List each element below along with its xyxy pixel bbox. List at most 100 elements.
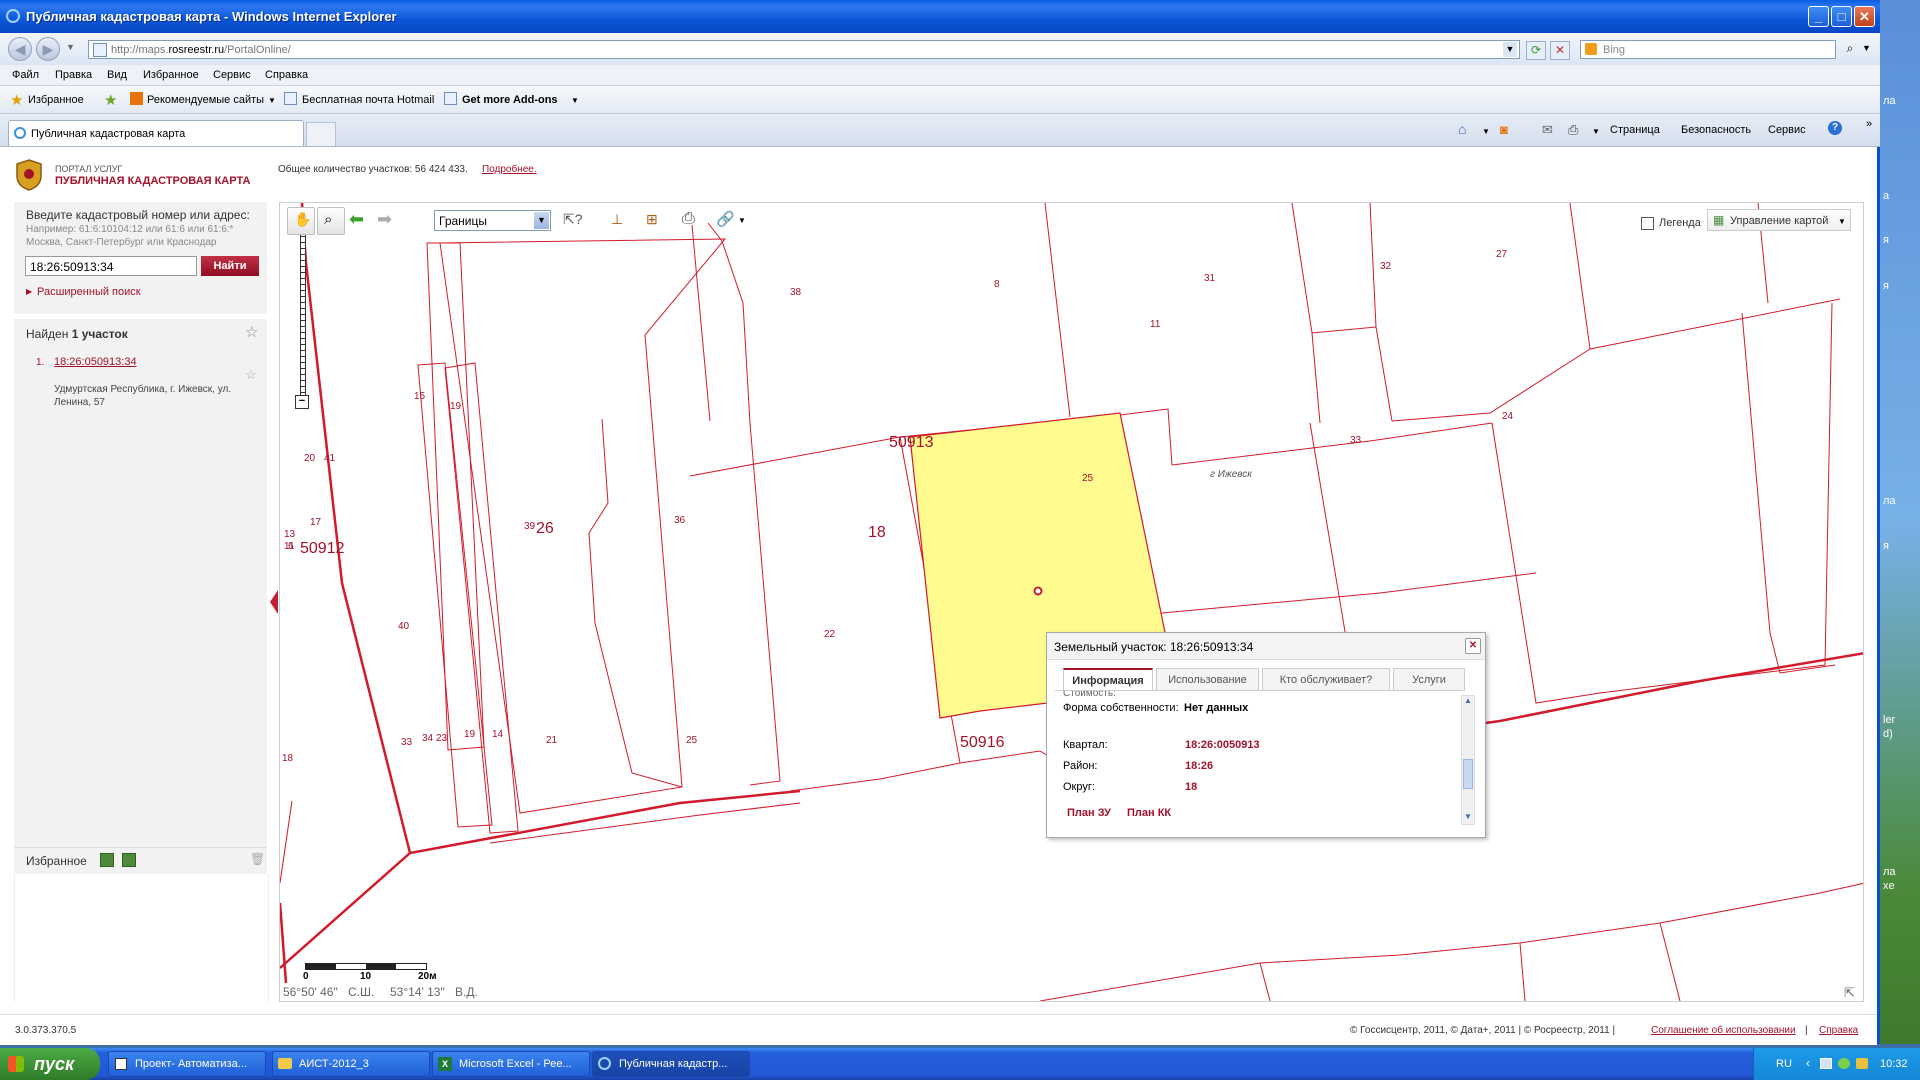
- task-project[interactable]: Проект- Автоматиза...: [108, 1051, 266, 1077]
- task-ie-cadastral[interactable]: Публичная кадастр...: [592, 1051, 750, 1077]
- addons-link[interactable]: Get more Add-ons: [462, 94, 558, 106]
- scrollbar-thumb[interactable]: [1463, 759, 1473, 789]
- scroll-down-icon[interactable]: ▼: [1464, 812, 1472, 821]
- minimize-button[interactable]: _: [1808, 6, 1829, 27]
- tab-information[interactable]: Информация: [1063, 668, 1153, 690]
- zoom-out-button[interactable]: −: [295, 395, 309, 409]
- maximize-button[interactable]: □: [1831, 6, 1852, 27]
- tab-cadastral-map[interactable]: Публичная кадастровая карта: [8, 120, 304, 146]
- zoom-box-icon[interactable]: ⌕: [317, 207, 345, 235]
- print-map-icon[interactable]: ⎙: [677, 207, 705, 235]
- result-link[interactable]: 18:26:050913:34: [54, 356, 137, 368]
- collapse-panel-handle[interactable]: [270, 590, 278, 614]
- close-popup-button[interactable]: ✕: [1465, 638, 1481, 654]
- scroll-up-icon[interactable]: ▲: [1464, 696, 1472, 705]
- menu-help[interactable]: Справка: [265, 69, 308, 81]
- ie-window: Публичная кадастровая карта - Windows In…: [0, 0, 1880, 1045]
- security-tray-icon[interactable]: [1838, 1058, 1850, 1069]
- language-indicator[interactable]: RU: [1776, 1058, 1792, 1070]
- identify-icon[interactable]: ⇱?: [557, 207, 585, 235]
- search-options-icon[interactable]: ▼: [1862, 43, 1871, 53]
- link-icon[interactable]: 🔗 ▼: [712, 207, 746, 235]
- url-dropdown-icon[interactable]: ▼: [1503, 42, 1517, 57]
- tab-usage[interactable]: Использование: [1156, 668, 1259, 690]
- desktop-label-fragment: ла: [1883, 866, 1896, 878]
- map-parcel-label: 11: [284, 541, 295, 552]
- print-icon[interactable]: ⎙: [1568, 122, 1578, 138]
- title-bar[interactable]: Публичная кадастровая карта - Windows In…: [0, 0, 1880, 33]
- zoom-slider-track[interactable]: [300, 231, 306, 395]
- rss-icon[interactable]: ◙: [1500, 122, 1508, 137]
- map-control-button[interactable]: ▦ Управление картой ▼: [1707, 209, 1851, 231]
- home-icon[interactable]: ⌂: [1458, 121, 1466, 137]
- map-canvas[interactable]: 38 8 31 32 27 11 15 19 20 41 50913 25 г Ижевск 33 24 17…: [279, 202, 1864, 1002]
- more-info-link[interactable]: Подробнее.: [482, 164, 537, 175]
- trash-icon[interactable]: 🗑: [250, 852, 265, 866]
- mail-icon[interactable]: ✉: [1542, 122, 1553, 138]
- favorites-button[interactable]: Избранное: [28, 94, 84, 106]
- start-button[interactable]: пуск: [0, 1048, 100, 1080]
- tray-app-icon[interactable]: [1856, 1058, 1868, 1069]
- parcel-boundary: [444, 362, 519, 834]
- cadastral-search-input[interactable]: 18:26:50913:34: [25, 256, 197, 276]
- task-aist-folder[interactable]: АИСТ-2012_3: [272, 1051, 430, 1077]
- forward-button[interactable]: ▶: [36, 37, 60, 61]
- close-window-button[interactable]: ✕: [1854, 6, 1875, 27]
- tools-menu[interactable]: Сервис: [1768, 124, 1806, 136]
- menu-favorites[interactable]: Избранное: [143, 69, 199, 81]
- page-menu[interactable]: Страница: [1610, 124, 1660, 136]
- network-icon[interactable]: [1820, 1058, 1832, 1069]
- layer-select[interactable]: Границы ▼: [434, 210, 551, 231]
- find-button[interactable]: Найти: [201, 256, 259, 276]
- menu-file[interactable]: Файл: [12, 69, 39, 81]
- popup-header: Земельный участок: 18:26:50913:34 ✕: [1047, 633, 1485, 660]
- menu-tools[interactable]: Сервис: [213, 69, 251, 81]
- advanced-search-link[interactable]: Расширенный поиск: [37, 286, 141, 298]
- menu-edit[interactable]: Правка: [55, 69, 92, 81]
- hotmail-link[interactable]: Бесплатная почта Hotmail: [302, 94, 434, 106]
- export-icon[interactable]: [122, 853, 136, 867]
- resize-corner-icon[interactable]: ⇱: [1844, 985, 1855, 1001]
- menu-view[interactable]: Вид: [107, 69, 127, 81]
- tab-who-serves[interactable]: Кто обслуживает?: [1262, 668, 1390, 690]
- back-button[interactable]: ◀: [8, 37, 32, 61]
- area-icon[interactable]: ⊞: [640, 207, 668, 235]
- recommended-sites-link[interactable]: Рекомендуемые сайты: [147, 94, 264, 106]
- help-icon[interactable]: ?: [1828, 121, 1842, 135]
- chevron-down-icon[interactable]: ▼: [1592, 127, 1600, 136]
- star-outline-icon[interactable]: ☆: [245, 367, 257, 383]
- security-menu[interactable]: Безопасность: [1681, 124, 1751, 136]
- new-tab-button[interactable]: [306, 122, 336, 146]
- agreement-link[interactable]: Соглашение об использовании: [1651, 1025, 1796, 1036]
- refresh-icon[interactable]: ⟳: [1526, 41, 1546, 60]
- plan-zu-link[interactable]: План ЗУ: [1067, 807, 1111, 819]
- add-favorite-icon[interactable]: ★: [104, 91, 117, 109]
- stop-icon[interactable]: ✕: [1550, 41, 1570, 60]
- measure-icon[interactable]: ⊥: [604, 207, 632, 235]
- plan-kk-link[interactable]: План КК: [1127, 807, 1171, 819]
- chevron-down-icon[interactable]: ▼: [534, 212, 549, 229]
- chevron-down-icon[interactable]: ▼: [571, 96, 579, 105]
- star-outline-icon[interactable]: ☆: [245, 323, 258, 341]
- bing-search-input[interactable]: Bing: [1580, 40, 1836, 59]
- tray-expand-icon[interactable]: ‹: [1806, 1056, 1810, 1070]
- search-icon[interactable]: ⌕: [1842, 41, 1858, 58]
- help-link[interactable]: Справка: [1819, 1025, 1858, 1036]
- legend-checkbox[interactable]: [1641, 217, 1654, 230]
- suggested-sites-icon: [130, 92, 143, 105]
- chevron-down-icon[interactable]: ▼: [1482, 127, 1490, 136]
- legend-label[interactable]: Легенда: [1659, 217, 1701, 229]
- popup-scrollbar[interactable]: ▲ ▼: [1461, 695, 1475, 825]
- back-arrow-icon[interactable]: ⬅: [345, 207, 373, 235]
- import-icon[interactable]: [100, 853, 114, 867]
- pan-hand-icon[interactable]: ✋: [287, 207, 315, 235]
- map-parcel-label: 15: [414, 391, 426, 402]
- tab-services[interactable]: Услуги: [1393, 668, 1465, 690]
- forward-arrow-icon[interactable]: ➡: [373, 207, 401, 235]
- task-excel[interactable]: X Microsoft Excel - Рее...: [432, 1051, 590, 1077]
- url-field[interactable]: http://maps.rosreestr.ru/PortalOnline/ ▼: [88, 40, 1520, 59]
- history-dropdown-icon[interactable]: ▼: [66, 42, 75, 52]
- chevron-down-icon[interactable]: ▼: [268, 96, 276, 105]
- ie-logo-icon: [6, 9, 20, 23]
- more-icon[interactable]: »: [1866, 118, 1872, 130]
